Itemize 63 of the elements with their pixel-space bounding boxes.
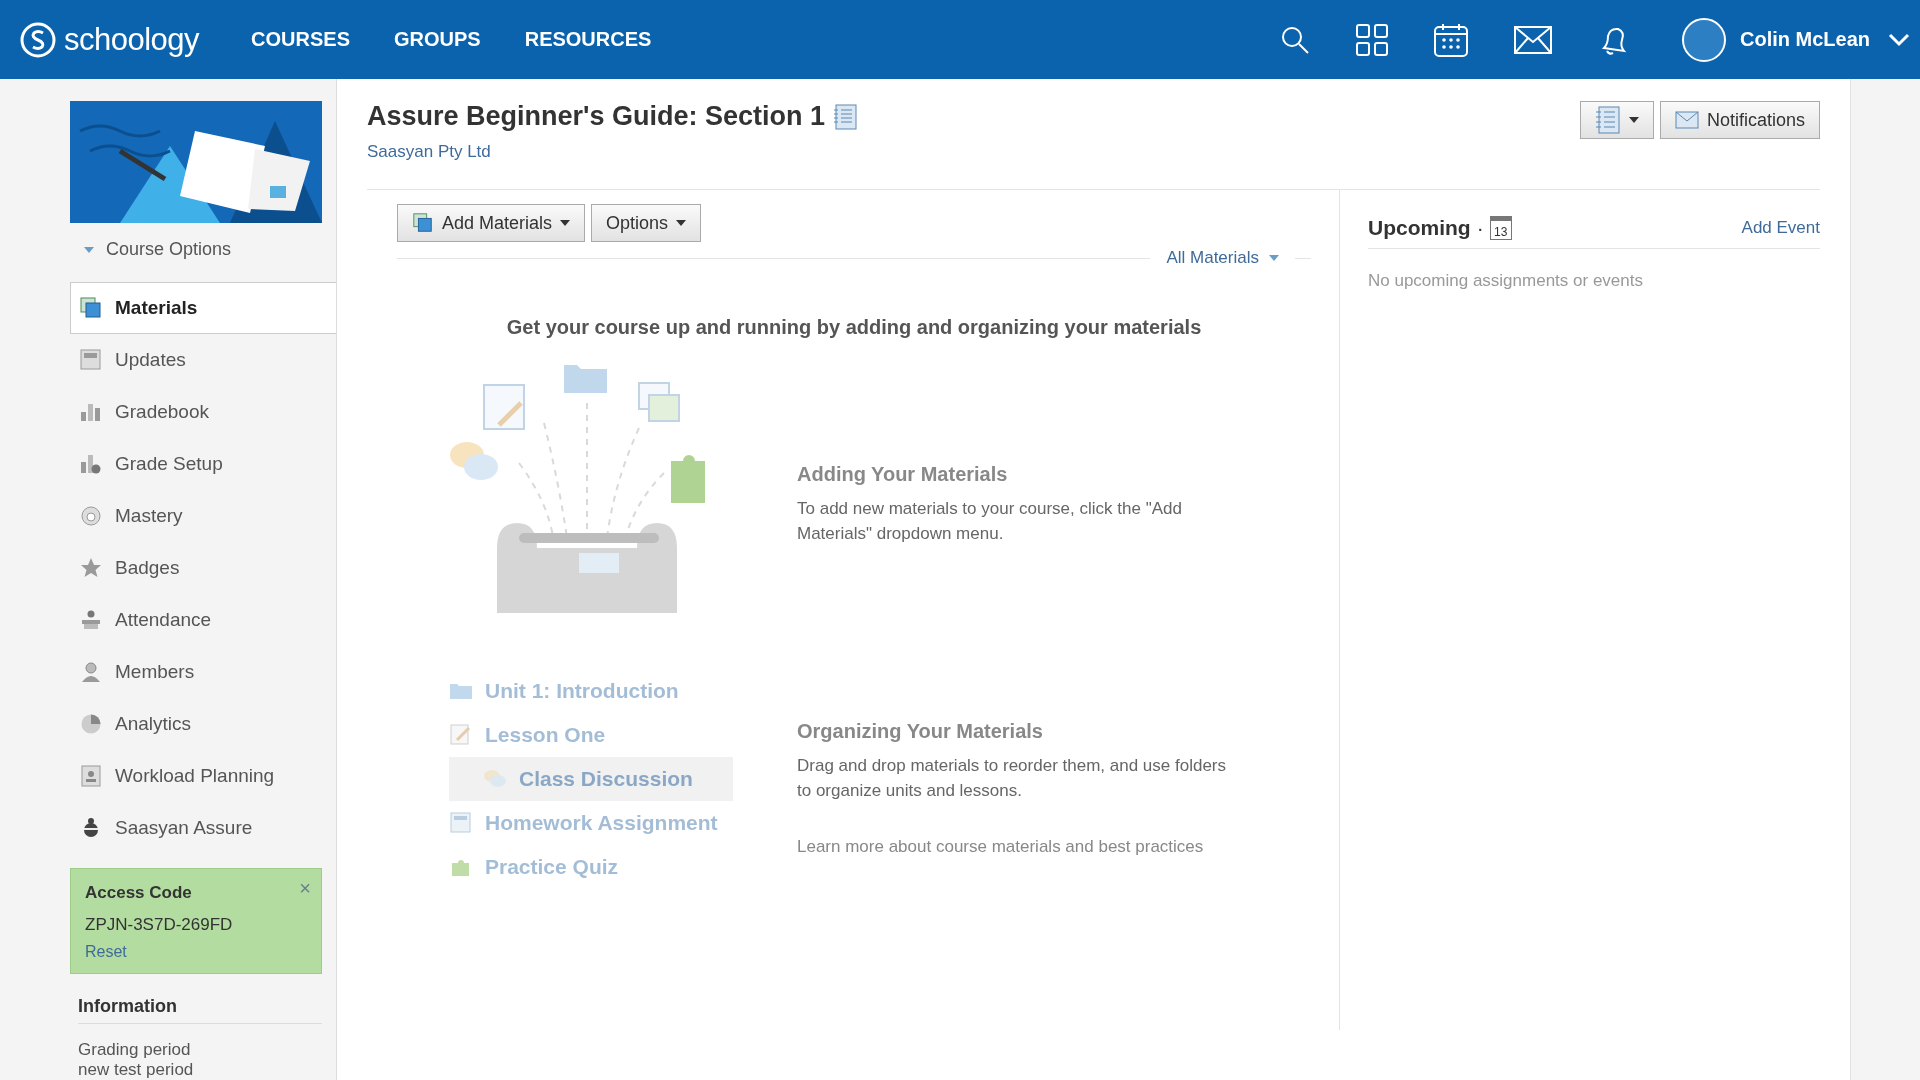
access-code-title: Access Code [85,883,192,903]
separator-dot: · [1476,216,1484,240]
sidebar-item[interactable]: Gradebook [70,386,336,438]
information-text: new test period [78,1060,195,1080]
logo-icon [20,21,56,58]
sidebar-item[interactable]: Updates [70,334,336,386]
logo-wordmark[interactable]: schoology [64,21,200,58]
search-icon[interactable] [1280,24,1310,55]
information-text: Grading period [78,1040,192,1060]
user-avatar[interactable] [1682,17,1726,62]
section-heading: Organizing Your Materials [797,720,1044,743]
sidebar-item[interactable]: Grade Setup [70,438,336,490]
members-icon [79,660,103,684]
course-title: Assure Beginner's Guide: Section 1 [367,101,826,132]
sample-material-item: Lesson One [449,713,797,757]
chevron-down-icon[interactable] [1888,32,1910,47]
mail-icon[interactable] [1514,25,1552,54]
options-button[interactable]: Options [591,204,702,242]
filter-dropdown[interactable]: All Materials [1166,248,1279,268]
sidebar-item[interactable]: Mastery [70,490,336,542]
analytics-icon [79,712,103,736]
sample-material-item: Practice Quiz [449,845,797,889]
sidebar-item[interactable]: Saasyan Assure [70,802,336,854]
nav-link[interactable]: RESOURCES [524,28,652,51]
learn-more-link[interactable]: Learn more about course materials and best practices [797,837,1311,857]
sidebar-item[interactable]: Workload Planning [70,750,336,802]
sidebar-item[interactable]: Materials [70,282,336,334]
school-link[interactable]: Saasyan Pty Ltd [367,142,858,162]
apps-grid-icon[interactable] [1356,23,1388,56]
add-materials-button[interactable]: Add Materials [397,204,586,242]
mail-icon [1674,111,1699,129]
sample-material-item: Homework Assignment [449,801,797,845]
access-code-value: ZPJN-3S7D-269FD [85,915,234,935]
upcoming-heading: Upcoming [1368,216,1471,240]
nav-link[interactable]: GROUPS [394,28,481,51]
user-name[interactable]: Colin McLean [1740,28,1870,51]
sidebar-item[interactable]: Analytics [70,698,336,750]
sample-material-item: Class Discussion [449,757,733,801]
caret-down-icon [676,220,687,226]
course-options-link[interactable]: Course Options [106,239,232,260]
caret-down-icon [1269,255,1279,261]
caret-down-icon [1628,117,1639,123]
sidebar-item[interactable]: Members [70,646,336,698]
sample-material-item: Unit 1: Introduction [449,669,797,713]
section-text: Drag and drop materials to reorder them, and use folders to organize units and lessons. [797,755,1227,802]
section-heading: Adding Your Materials [797,463,1009,486]
notebook-icon[interactable] [833,103,858,130]
caret-down-icon [560,220,571,226]
sidebar-item[interactable]: Attendance [70,594,336,646]
notebook-icon [1594,106,1621,134]
empty-state-heading: Get your course up and running by adding and organizing your materials [505,316,1203,339]
information-heading: Information [78,996,322,1024]
empty-message: No upcoming assignments or events [1368,271,1644,291]
section-text: To add new materials to your course, click the "Add Materials" dropdown menu. [797,498,1183,545]
add-event-link[interactable]: Add Event [1741,218,1820,238]
sidebar-item[interactable]: Badges [70,542,336,594]
reset-link[interactable]: Reset [85,943,127,960]
notifications-button[interactable]: Notifications [1659,101,1820,139]
calendar-icon: 13 [1489,216,1512,240]
caret-down-icon[interactable] [84,246,94,253]
nav-link[interactable]: COURSES [251,28,350,51]
page-icon [449,723,473,747]
calendar-icon[interactable] [1434,22,1468,57]
